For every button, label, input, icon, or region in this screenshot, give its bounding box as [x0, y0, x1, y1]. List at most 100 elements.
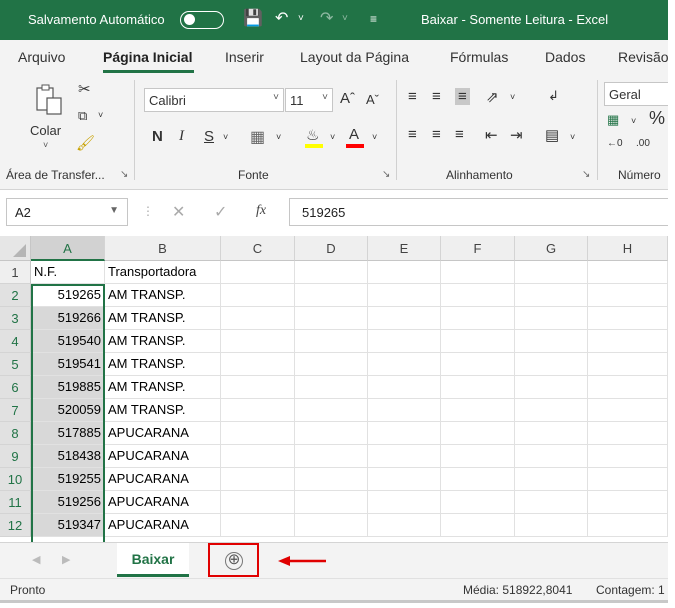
paste-label[interactable]: Colar	[30, 123, 61, 138]
column-header-g[interactable]: G	[515, 236, 588, 261]
cell-h5[interactable]	[588, 353, 668, 376]
cell-d11[interactable]	[295, 491, 368, 514]
borders-dropdown-icon[interactable]: ˅	[276, 132, 281, 142]
cell-h4[interactable]	[588, 330, 668, 353]
save-icon[interactable]: 💾	[243, 8, 263, 28]
cell-g7[interactable]	[515, 399, 588, 422]
cell-g8[interactable]	[515, 422, 588, 445]
increase-indent-icon[interactable]: ⇥	[510, 126, 523, 144]
cell-a3[interactable]: 519266	[31, 307, 105, 330]
add-sheet-button[interactable]: ⊕	[208, 543, 259, 577]
cell-f9[interactable]	[441, 445, 515, 468]
cell-b6[interactable]: AM TRANSP.	[105, 376, 221, 399]
cell-b12[interactable]: APUCARANA	[105, 514, 221, 537]
cell-b9[interactable]: APUCARANA	[105, 445, 221, 468]
accounting-dropdown-icon[interactable]: ˅	[631, 116, 636, 126]
row-header[interactable]: 9	[0, 445, 31, 468]
cell-e5[interactable]	[368, 353, 441, 376]
cell-f10[interactable]	[441, 468, 515, 491]
cell-e2[interactable]	[368, 284, 441, 307]
cell-b1[interactable]: Transportadora	[105, 261, 221, 284]
cancel-icon[interactable]: ✕	[172, 202, 185, 222]
row-header[interactable]: 12	[0, 514, 31, 537]
number-format-select[interactable]: Geral	[604, 82, 668, 106]
cell-a7[interactable]: 520059	[31, 399, 105, 422]
scroll-left-icon[interactable]: ◀	[32, 553, 40, 566]
column-header-c[interactable]: C	[221, 236, 295, 261]
cell-c10[interactable]	[221, 468, 295, 491]
copy-dropdown-icon[interactable]: ˅	[98, 110, 103, 120]
decrease-font-icon[interactable]: Aˇ	[366, 92, 379, 107]
cell-g6[interactable]	[515, 376, 588, 399]
cell-g5[interactable]	[515, 353, 588, 376]
tab-formulas[interactable]: Fórmulas	[450, 49, 508, 65]
undo-icon[interactable]: ↶	[275, 8, 288, 28]
cell-f1[interactable]	[441, 261, 515, 284]
cell-d12[interactable]	[295, 514, 368, 537]
cell-e12[interactable]	[368, 514, 441, 537]
cell-f8[interactable]	[441, 422, 515, 445]
cell-c5[interactable]	[221, 353, 295, 376]
scroll-right-icon[interactable]: ▶	[62, 553, 70, 566]
cell-h1[interactable]	[588, 261, 668, 284]
cell-b5[interactable]: AM TRANSP.	[105, 353, 221, 376]
cell-e10[interactable]	[368, 468, 441, 491]
cell-f12[interactable]	[441, 514, 515, 537]
cell-h2[interactable]	[588, 284, 668, 307]
insert-function-icon[interactable]: fx	[256, 203, 266, 219]
cell-d6[interactable]	[295, 376, 368, 399]
cell-f5[interactable]	[441, 353, 515, 376]
cell-e8[interactable]	[368, 422, 441, 445]
underline-dropdown-icon[interactable]: ˅	[223, 132, 228, 142]
cell-a11[interactable]: 519256	[31, 491, 105, 514]
cell-g10[interactable]	[515, 468, 588, 491]
cell-c12[interactable]	[221, 514, 295, 537]
row-header[interactable]: 5	[0, 353, 31, 376]
tab-arquivo[interactable]: Arquivo	[18, 49, 65, 65]
row-header[interactable]: 2	[0, 284, 31, 307]
undo-dropdown-icon[interactable]: ˅	[298, 13, 304, 24]
cell-g11[interactable]	[515, 491, 588, 514]
cell-d3[interactable]	[295, 307, 368, 330]
borders-icon[interactable]: ▦	[250, 127, 265, 147]
cell-d7[interactable]	[295, 399, 368, 422]
decrease-decimal-icon[interactable]: .00	[636, 138, 650, 149]
cell-f3[interactable]	[441, 307, 515, 330]
tab-layout-da-pagina[interactable]: Layout da Página	[300, 49, 409, 65]
cell-h12[interactable]	[588, 514, 668, 537]
column-header-h[interactable]: H	[588, 236, 668, 261]
row-header[interactable]: 6	[0, 376, 31, 399]
cell-c1[interactable]	[221, 261, 295, 284]
align-left-icon[interactable]: ≡	[408, 126, 417, 143]
cell-h9[interactable]	[588, 445, 668, 468]
cell-a10[interactable]: 519255	[31, 468, 105, 491]
cell-b4[interactable]: AM TRANSP.	[105, 330, 221, 353]
cell-h7[interactable]	[588, 399, 668, 422]
cell-b8[interactable]: APUCARANA	[105, 422, 221, 445]
cell-f6[interactable]	[441, 376, 515, 399]
cell-a8[interactable]: 517885	[31, 422, 105, 445]
paste-dropdown-icon[interactable]: ˅	[43, 140, 48, 150]
increase-font-icon[interactable]: Aˆ	[340, 90, 355, 107]
copy-icon[interactable]: ⧉	[78, 108, 87, 124]
column-header-b[interactable]: B	[105, 236, 221, 261]
cell-a5[interactable]: 519541	[31, 353, 105, 376]
row-header[interactable]: 4	[0, 330, 31, 353]
align-top-icon[interactable]: ≡	[408, 88, 417, 105]
format-painter-icon[interactable]: 🖌	[76, 134, 95, 152]
formula-input[interactable]: 519265	[289, 198, 669, 226]
cell-b10[interactable]: APUCARANA	[105, 468, 221, 491]
clipboard-launcher-icon[interactable]: ↘	[120, 169, 128, 180]
cell-d10[interactable]	[295, 468, 368, 491]
cell-e6[interactable]	[368, 376, 441, 399]
cell-g12[interactable]	[515, 514, 588, 537]
cell-a6[interactable]: 519885	[31, 376, 105, 399]
cell-g1[interactable]	[515, 261, 588, 284]
cell-e1[interactable]	[368, 261, 441, 284]
cell-h11[interactable]	[588, 491, 668, 514]
align-middle-icon[interactable]: ≡	[432, 88, 441, 105]
column-header-e[interactable]: E	[368, 236, 441, 261]
cell-d4[interactable]	[295, 330, 368, 353]
cell-d8[interactable]	[295, 422, 368, 445]
cell-a12[interactable]: 519347	[31, 514, 105, 537]
